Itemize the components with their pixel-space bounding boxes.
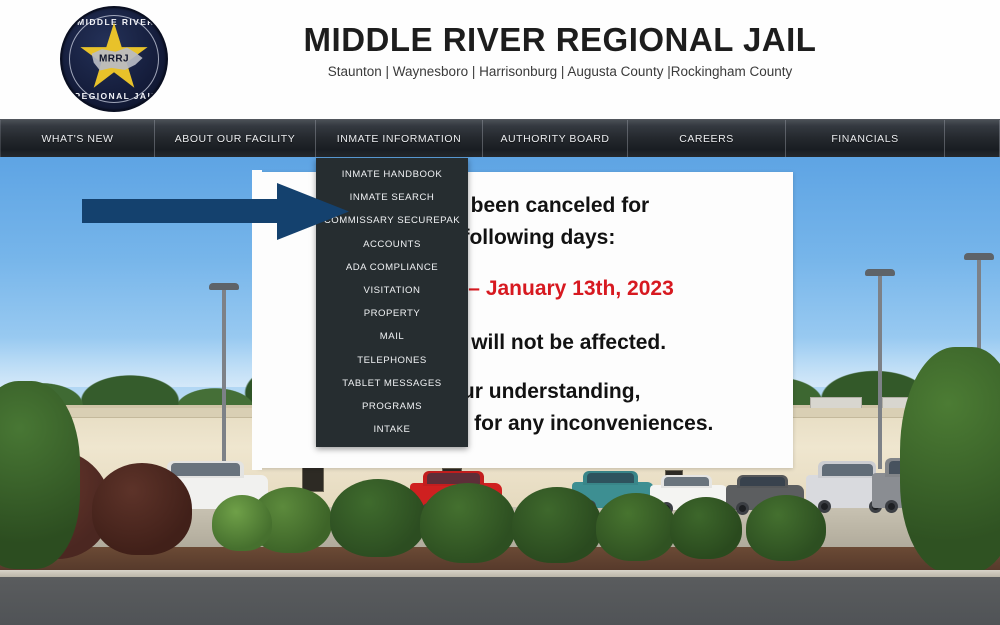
site-logo[interactable]: MIDDLE RIVER MRRJ REGIONAL JAIL — [60, 6, 168, 112]
dropdown-item-tablet-messages[interactable]: TABLET MESSAGES — [316, 372, 468, 395]
car-window — [171, 463, 240, 477]
shrub — [212, 495, 272, 551]
nav-item-careers[interactable]: CAREERS — [628, 120, 786, 157]
nav-item-about-our-facility[interactable]: ABOUT OUR FACILITY — [155, 120, 316, 157]
page-title: MIDDLE RIVER REGIONAL JAIL — [303, 21, 817, 58]
mrrj-seal-icon: MIDDLE RIVER MRRJ REGIONAL JAIL — [60, 6, 168, 112]
shrub — [512, 487, 602, 563]
shrub — [670, 497, 742, 559]
nav-empty-tail — [945, 120, 1000, 157]
shrub — [330, 479, 426, 557]
main-navigation: WHAT'S NEW ABOUT OUR FACILITY INMATE INF… — [0, 119, 1000, 157]
nav-item-authority-board[interactable]: AUTHORITY BOARD — [483, 120, 628, 157]
jail-website-screenshot: MIDDLE RIVER MRRJ REGIONAL JAIL MIDDLE R… — [0, 0, 1000, 625]
car-window — [821, 463, 873, 477]
car-wheel — [885, 500, 898, 513]
roof-hvac-unit — [810, 397, 862, 408]
lamp-head-icon — [964, 253, 994, 260]
nav-item-inmate-information[interactable]: INMATE INFORMATION — [316, 120, 483, 157]
inmate-information-dropdown: INMATE HANDBOOK INMATE SEARCH COMMISSARY… — [316, 158, 468, 448]
shrub — [420, 483, 516, 563]
car-window — [740, 476, 786, 486]
dropdown-item-property[interactable]: PROPERTY — [316, 302, 468, 325]
car-window — [586, 473, 635, 484]
shrub — [596, 493, 676, 561]
shrub — [900, 347, 1000, 573]
seal-arc-bottom: REGIONAL JAIL — [74, 91, 158, 101]
dropdown-item-programs[interactable]: PROGRAMS — [316, 395, 468, 418]
lamp-head-icon — [209, 283, 239, 290]
car-window — [664, 476, 710, 486]
dropdown-item-telephones[interactable]: TELEPHONES — [316, 349, 468, 372]
shrub — [0, 381, 80, 569]
nav-item-whats-new[interactable]: WHAT'S NEW — [0, 120, 155, 157]
dropdown-item-mail[interactable]: MAIL — [316, 325, 468, 348]
dropdown-item-accounts[interactable]: ACCOUNTS — [316, 233, 468, 256]
jurisdictions-subtitle: Staunton | Waynesboro | Harrisonburg | A… — [327, 64, 793, 80]
dropdown-item-visitation[interactable]: VISITATION — [316, 279, 468, 302]
dropdown-item-ada-compliance[interactable]: ADA COMPLIANCE — [316, 256, 468, 279]
lamp-post — [209, 283, 239, 473]
road — [0, 577, 1000, 625]
seal-abbreviation: MRRJ — [99, 53, 129, 65]
header-title-block: MIDDLE RIVER REGIONAL JAIL Staunton | Wa… — [190, 21, 930, 80]
shrub — [746, 495, 826, 561]
dropdown-item-inmate-handbook[interactable]: INMATE HANDBOOK — [316, 163, 468, 186]
lamp-post — [865, 269, 895, 469]
arrow-shaft — [82, 199, 282, 223]
lamp-head-icon — [865, 269, 895, 276]
seal-arc-top: MIDDLE RIVER — [77, 17, 155, 27]
dropdown-item-intake[interactable]: INTAKE — [316, 418, 468, 441]
nav-item-financials[interactable]: FINANCIALS — [786, 120, 945, 157]
shrub — [92, 463, 192, 555]
dropdown-item-inmate-search[interactable]: INMATE SEARCH — [316, 186, 468, 209]
building-window — [302, 464, 324, 492]
site-header: MIDDLE RIVER MRRJ REGIONAL JAIL MIDDLE R… — [0, 0, 1000, 119]
